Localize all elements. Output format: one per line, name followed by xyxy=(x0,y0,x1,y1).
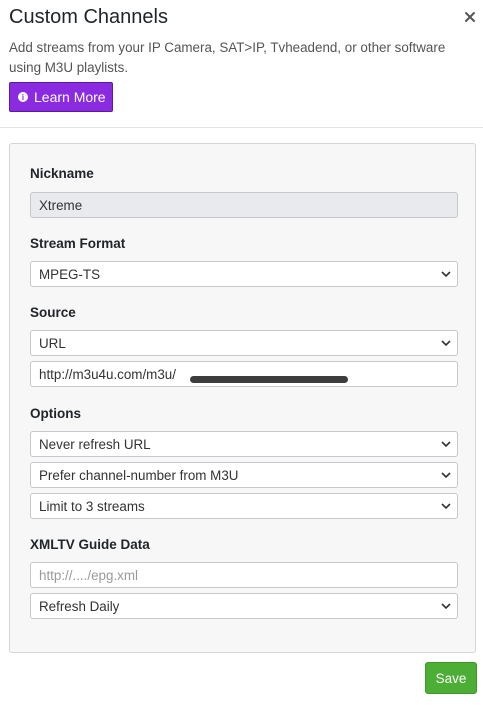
stream-format-value: MPEG-TS xyxy=(39,266,101,282)
channel-number-value: Prefer channel-number from M3U xyxy=(39,467,239,483)
dialog-title: Custom Channels xyxy=(9,6,168,28)
source-type-select[interactable]: URL xyxy=(30,330,458,356)
refresh-url-select[interactable]: Never refresh URL xyxy=(30,431,458,457)
dialog-header: Custom Channels Add streams from your IP… xyxy=(0,0,483,128)
source-url-input[interactable]: http://m3u4u.com/m3u/ xyxy=(30,361,458,387)
info-icon: i xyxy=(18,92,28,102)
chevron-down-icon xyxy=(441,472,451,479)
nickname-value: Xtreme xyxy=(39,197,83,213)
nickname-field: Xtreme xyxy=(30,192,458,218)
header-divider xyxy=(0,127,483,128)
channel-form-panel: Nickname Xtreme Stream Format MPEG-TS So… xyxy=(9,143,476,653)
refresh-url-value: Never refresh URL xyxy=(39,436,151,452)
source-label: Source xyxy=(30,305,76,320)
stream-format-label: Stream Format xyxy=(30,236,126,251)
chevron-down-icon xyxy=(441,441,451,448)
save-label: Save xyxy=(435,670,467,686)
source-url-value: http://m3u4u.com/m3u/ xyxy=(39,366,176,382)
xmltv-refresh-value: Refresh Daily xyxy=(39,598,120,614)
redaction-bar xyxy=(190,376,348,383)
dialog-description: Add streams from your IP Camera, SAT>IP,… xyxy=(9,40,446,75)
stream-limit-value: Limit to 3 streams xyxy=(39,498,145,514)
xmltv-refresh-select[interactable]: Refresh Daily xyxy=(30,593,458,619)
stream-format-select[interactable]: MPEG-TS xyxy=(30,261,458,287)
chevron-down-icon xyxy=(441,271,451,278)
source-type-value: URL xyxy=(39,335,66,351)
stream-limit-select[interactable]: Limit to 3 streams xyxy=(30,493,458,519)
nickname-label: Nickname xyxy=(30,166,94,181)
xmltv-label: XMLTV Guide Data xyxy=(30,537,150,552)
xmltv-url-placeholder: http://..../epg.xml xyxy=(39,567,138,583)
close-icon[interactable] xyxy=(461,8,479,26)
channel-number-select[interactable]: Prefer channel-number from M3U xyxy=(30,462,458,488)
chevron-down-icon xyxy=(441,603,451,610)
xmltv-url-input[interactable]: http://..../epg.xml xyxy=(30,562,458,588)
save-button[interactable]: Save xyxy=(425,662,477,694)
chevron-down-icon xyxy=(441,340,451,347)
learn-more-button[interactable]: i Learn More xyxy=(9,82,113,112)
learn-more-label: Learn More xyxy=(34,89,106,105)
chevron-down-icon xyxy=(441,503,451,510)
options-label: Options xyxy=(30,406,81,421)
